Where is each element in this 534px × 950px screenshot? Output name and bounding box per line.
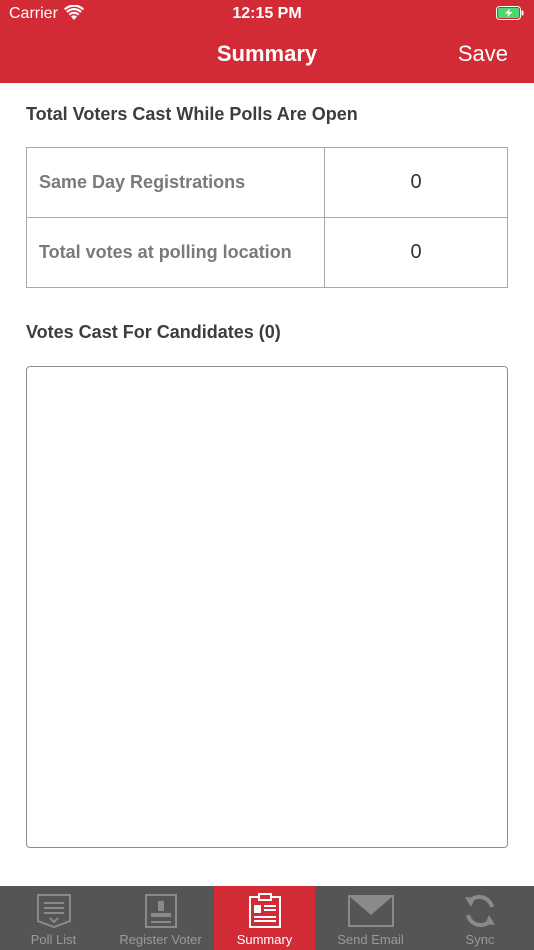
tab-summary[interactable]: Summary bbox=[214, 886, 315, 950]
same-day-registrations-value: 0 bbox=[410, 171, 422, 193]
tab-sync[interactable]: Sync bbox=[426, 886, 534, 950]
person-badge-icon bbox=[144, 894, 177, 928]
status-time: 12:15 PM bbox=[232, 5, 302, 22]
tab-label: Sync bbox=[465, 932, 495, 947]
tab-label: Register Voter bbox=[119, 932, 202, 947]
sync-arrows-icon bbox=[465, 894, 495, 928]
candidates-section-title: Votes Cast For Candidates (0) bbox=[26, 322, 281, 342]
navigation-bar: Carrier 12:15 PM Summary Save bbox=[0, 0, 534, 83]
tab-label: Poll List bbox=[30, 932, 77, 947]
tab-bar: Poll List Register Voter Summary Send Em… bbox=[0, 886, 534, 950]
tab-send-email[interactable]: Send Email bbox=[315, 886, 426, 950]
tab-register-voter[interactable]: Register Voter bbox=[107, 886, 214, 950]
tab-label: Summary bbox=[236, 932, 293, 947]
status-bar: Carrier 12:15 PM bbox=[0, 0, 534, 28]
total-votes-label: Total votes at polling location bbox=[27, 218, 325, 287]
tab-poll-list[interactable]: Poll List bbox=[0, 886, 107, 950]
table-row: Total votes at polling location 0 bbox=[27, 218, 507, 287]
clipboard-icon bbox=[248, 893, 281, 928]
voters-section-title: Total Voters Cast While Polls Are Open bbox=[26, 104, 358, 124]
same-day-registrations-label: Same Day Registrations bbox=[27, 148, 325, 217]
voter-totals-table: Same Day Registrations 0 Total votes at … bbox=[26, 147, 508, 288]
table-row: Same Day Registrations 0 bbox=[27, 148, 507, 218]
battery-charging-icon bbox=[496, 6, 524, 20]
save-button[interactable]: Save bbox=[458, 41, 508, 67]
page-title: Summary bbox=[216, 41, 318, 66]
tab-label: Send Email bbox=[337, 932, 404, 947]
document-list-icon bbox=[36, 894, 71, 929]
envelope-icon bbox=[347, 895, 394, 927]
total-votes-value: 0 bbox=[410, 241, 422, 263]
candidates-list[interactable] bbox=[26, 366, 508, 848]
